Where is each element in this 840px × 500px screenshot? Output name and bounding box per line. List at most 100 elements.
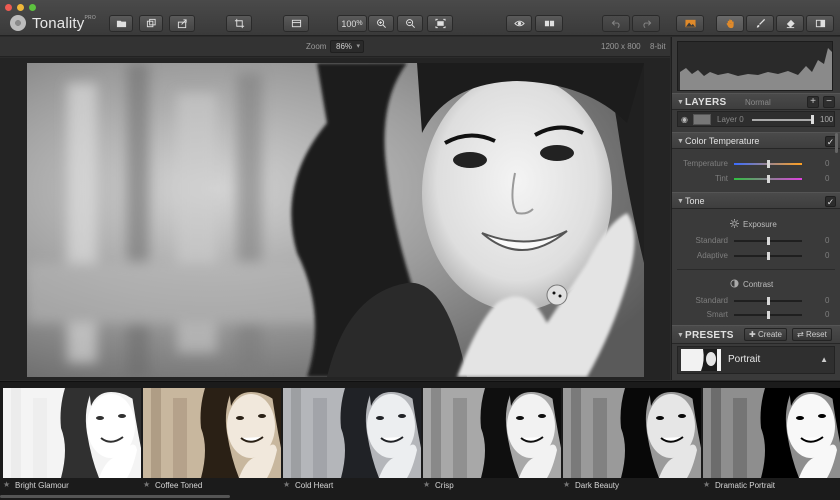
exposure-adaptive-knob[interactable] <box>766 252 770 260</box>
presets-section-header[interactable]: ▼ PRESETS ✚ Create ⇄ Reset <box>672 325 840 344</box>
layer-opacity-slider[interactable] <box>752 119 814 121</box>
zoom-100-percent: % <box>356 20 363 27</box>
preset-caption: ★ Dark Beauty <box>563 480 701 491</box>
exposure-standard-knob[interactable] <box>766 237 770 245</box>
exposure-standard-value: 0 <box>825 236 830 245</box>
zoom-in-icon <box>376 19 386 28</box>
zoom-value: 86% <box>336 42 353 51</box>
exposure-adaptive-label: Adaptive <box>696 251 728 260</box>
add-layer-button[interactable]: + <box>807 96 819 108</box>
main-toolbar: TonalityPRO 100% <box>0 0 840 36</box>
favorite-star-icon[interactable]: ★ <box>3 480 10 489</box>
open-folder-button[interactable] <box>109 15 133 32</box>
tint-slider-knob[interactable] <box>766 175 770 183</box>
layer-name: Layer 0 <box>717 115 744 124</box>
zoom-out-button[interactable] <box>397 15 423 32</box>
chevron-down-icon: ▾ <box>356 43 360 50</box>
batch-button[interactable] <box>139 15 163 32</box>
window-close-button[interactable] <box>5 4 12 11</box>
zoom-100-label: 100 <box>341 18 357 29</box>
exposure-icon <box>730 219 739 228</box>
preset-preview-image <box>703 388 840 478</box>
preview-button[interactable] <box>506 15 532 32</box>
compare-button[interactable] <box>535 15 563 32</box>
preset-preview-image <box>563 388 701 478</box>
preset-name: Dramatic Portrait <box>715 481 776 490</box>
remove-layer-button[interactable]: − <box>823 96 835 108</box>
image-canvas[interactable] <box>0 58 670 380</box>
preset-thumbnail-item[interactable]: ★ Dramatic Portrait <box>703 388 840 491</box>
preset-filmstrip: ★ Bright Glamour ★ Coffee Toned ★ Cold Heart ★… <box>0 381 840 500</box>
tint-value: 0 <box>825 174 830 183</box>
zoom-select[interactable]: 86% ▾ <box>330 40 364 53</box>
brush-tool-button[interactable] <box>746 15 774 32</box>
preset-thumbnail-item[interactable]: ★ Bright Glamour <box>3 388 141 491</box>
tone-title: Tone <box>685 196 705 206</box>
window-minimize-button[interactable] <box>17 4 24 11</box>
reset-preset-button[interactable]: ⇄ Reset <box>792 328 832 341</box>
fit-screen-button[interactable] <box>427 15 453 32</box>
reset-preset-label: Reset <box>805 330 827 339</box>
blend-mode-select[interactable]: Normal <box>745 98 771 107</box>
color-temperature-section-header[interactable]: ▼ Color Temperature ✓ <box>672 132 840 149</box>
favorite-star-icon[interactable]: ★ <box>283 480 290 489</box>
window-icon <box>291 19 301 28</box>
preset-caption: ★ Cold Heart <box>283 480 421 491</box>
disclosure-triangle-icon: ▼ <box>677 332 684 339</box>
temperature-slider-knob[interactable] <box>766 160 770 168</box>
split-view-icon <box>544 20 554 27</box>
contrast-icon <box>730 279 739 288</box>
preset-thumbnail <box>681 349 721 371</box>
histogram <box>677 41 833 91</box>
preset-thumbnail-item[interactable]: ★ Crisp <box>423 388 561 491</box>
preset-name: Cold Heart <box>295 481 334 490</box>
color-temperature-title: Color Temperature <box>685 136 760 146</box>
favorite-star-icon[interactable]: ★ <box>423 480 430 489</box>
preset-category-select[interactable]: Portrait ▲ <box>677 346 835 374</box>
zoom-100-button[interactable]: 100% <box>337 15 367 32</box>
preset-thumbnail-item[interactable]: ★ Coffee Toned <box>143 388 281 491</box>
hand-tool-button[interactable] <box>716 15 744 32</box>
favorite-star-icon[interactable]: ★ <box>703 480 710 489</box>
favorite-star-icon[interactable]: ★ <box>563 480 570 489</box>
zoom-in-button[interactable] <box>368 15 394 32</box>
eye-icon[interactable]: ◉ <box>681 115 688 124</box>
tint-label: Tint <box>714 174 728 183</box>
contrast-smart-knob[interactable] <box>766 311 770 319</box>
undo-button[interactable] <box>602 15 630 32</box>
tone-enable-checkbox[interactable]: ✓ <box>825 196 836 207</box>
preset-preview-image <box>3 388 141 478</box>
gradient-tool-button[interactable] <box>806 15 834 32</box>
contrast-smart-value: 0 <box>825 310 830 319</box>
create-preset-button[interactable]: ✚ Create <box>744 328 787 341</box>
panel-scrollbar[interactable] <box>835 133 838 153</box>
histogram-graph <box>680 48 832 90</box>
image-tool-button[interactable] <box>676 15 704 32</box>
app-title: TonalityPRO <box>32 15 96 32</box>
filmstrip-scrollbar[interactable] <box>0 495 230 498</box>
eraser-icon <box>786 19 795 29</box>
crop-button[interactable] <box>226 15 252 32</box>
contrast-title: Contrast <box>743 280 774 289</box>
app-logo-icon <box>10 15 26 31</box>
view-mode-button[interactable] <box>283 15 309 32</box>
preset-caption: ★ Dramatic Portrait <box>703 480 840 491</box>
layer-row[interactable]: ◉ Layer 0 100 <box>677 111 835 127</box>
layer-opacity-knob[interactable] <box>811 115 814 124</box>
tone-section-header[interactable]: ▼ Tone ✓ <box>672 192 840 209</box>
presets-title: PRESETS <box>685 330 734 341</box>
contrast-standard-value: 0 <box>825 296 830 305</box>
layers-section-header[interactable]: ▼ LAYERS Normal + − <box>672 93 840 110</box>
preset-thumbnail-item[interactable]: ★ Dark Beauty <box>563 388 701 491</box>
share-button[interactable] <box>169 15 195 32</box>
eraser-tool-button[interactable] <box>776 15 804 32</box>
window-zoom-button[interactable] <box>29 4 36 11</box>
brush-icon <box>756 18 765 28</box>
preset-thumbnail-item[interactable]: ★ Cold Heart <box>283 388 421 491</box>
redo-button[interactable] <box>632 15 660 32</box>
favorite-star-icon[interactable]: ★ <box>143 480 150 489</box>
image-dimensions: 1200 x 800 <box>601 42 641 51</box>
contrast-standard-knob[interactable] <box>766 297 770 305</box>
exposure-adaptive-value: 0 <box>825 251 830 260</box>
redo-icon <box>642 20 651 29</box>
